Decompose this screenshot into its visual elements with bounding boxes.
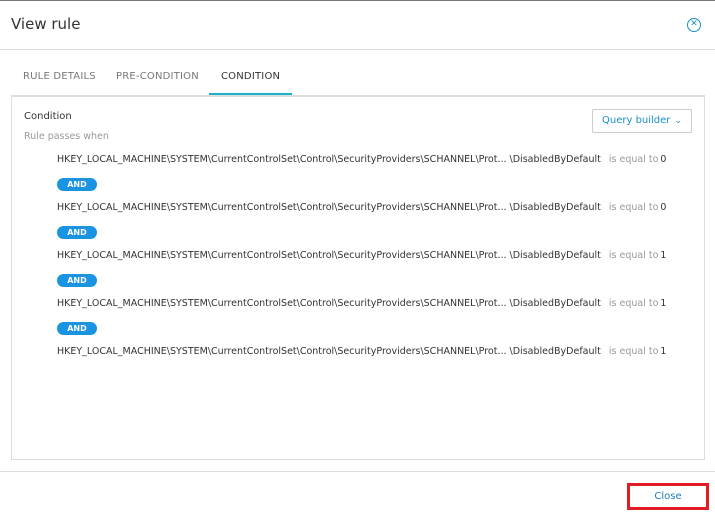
condition-row: HKEY_LOCAL_MACHINE\SYSTEM\CurrentControl… bbox=[57, 202, 666, 213]
operator: is equal to bbox=[608, 250, 659, 261]
condition-row: HKEY_LOCAL_MACHINE\SYSTEM\CurrentControl… bbox=[57, 298, 666, 309]
value: 0 bbox=[660, 154, 667, 165]
query-builder-dropdown[interactable]: Query builder ⌄ bbox=[592, 109, 692, 133]
and-connector[interactable]: AND bbox=[57, 178, 97, 191]
condition-row: HKEY_LOCAL_MACHINE\SYSTEM\CurrentControl… bbox=[57, 346, 666, 357]
value: 1 bbox=[660, 250, 667, 261]
top-border bbox=[0, 0, 715, 1]
operator: is equal to bbox=[608, 298, 659, 309]
registry-key: HKEY_LOCAL_MACHINE\SYSTEM\CurrentControl… bbox=[57, 202, 601, 213]
tab-rule-details[interactable]: RULE DETAILS bbox=[23, 71, 96, 82]
condition-row: HKEY_LOCAL_MACHINE\SYSTEM\CurrentControl… bbox=[57, 250, 666, 261]
chevron-down-icon: ⌄ bbox=[674, 116, 682, 126]
registry-key: HKEY_LOCAL_MACHINE\SYSTEM\CurrentControl… bbox=[57, 346, 601, 357]
footer-divider bbox=[0, 471, 715, 472]
condition-row: HKEY_LOCAL_MACHINE\SYSTEM\CurrentControl… bbox=[57, 154, 666, 165]
value: 0 bbox=[660, 202, 667, 213]
tab-pre-condition[interactable]: PRE-CONDITION bbox=[116, 71, 199, 82]
close-circle-icon[interactable]: ✕ bbox=[687, 18, 701, 32]
operator: is equal to bbox=[608, 202, 659, 213]
rule-passes-label: Rule passes when bbox=[24, 131, 109, 142]
query-builder-label: Query builder bbox=[602, 115, 671, 126]
value: 1 bbox=[660, 298, 667, 309]
dialog-title: View rule bbox=[11, 15, 81, 33]
registry-key: HKEY_LOCAL_MACHINE\SYSTEM\CurrentControl… bbox=[57, 250, 601, 261]
condition-heading: Condition bbox=[24, 111, 72, 122]
and-connector[interactable]: AND bbox=[57, 274, 97, 287]
operator: is equal to bbox=[608, 154, 659, 165]
header-divider bbox=[0, 49, 715, 50]
registry-key: HKEY_LOCAL_MACHINE\SYSTEM\CurrentControl… bbox=[57, 298, 601, 309]
registry-key: HKEY_LOCAL_MACHINE\SYSTEM\CurrentControl… bbox=[57, 154, 601, 165]
operator: is equal to bbox=[608, 346, 659, 357]
and-connector[interactable]: AND bbox=[57, 322, 97, 335]
condition-panel bbox=[11, 95, 705, 460]
close-button[interactable]: Close bbox=[627, 483, 709, 510]
value: 1 bbox=[660, 346, 667, 357]
tab-condition[interactable]: CONDITION bbox=[221, 71, 280, 82]
and-connector[interactable]: AND bbox=[57, 226, 97, 239]
